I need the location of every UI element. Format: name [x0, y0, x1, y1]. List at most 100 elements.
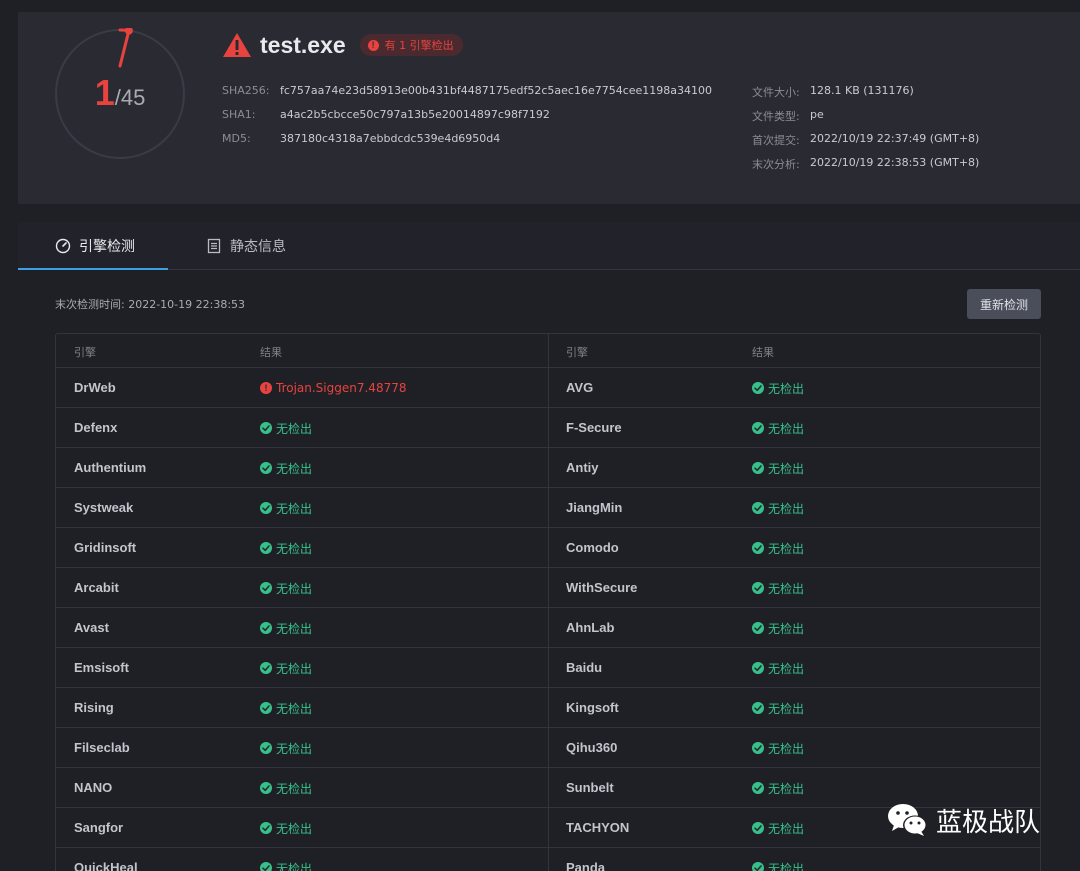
table-row: Gridinsoft 无检出 Comodo 无检出	[56, 527, 1040, 567]
badge-text: 有 1 引擎检出	[384, 39, 454, 52]
detected-count: 1	[94, 72, 115, 113]
engine-result: 无检出	[260, 728, 312, 768]
meta-label: 文件类型:	[752, 110, 800, 123]
alert-icon: !	[260, 382, 272, 394]
engine-result: 无检出	[260, 488, 312, 528]
engine-name: Qihu360	[566, 740, 618, 755]
check-circle-icon	[752, 462, 764, 474]
meta-value: 2022/10/19 22:38:53 (GMT+8)	[810, 156, 980, 169]
engine-name: Sunbelt	[566, 780, 614, 795]
engine-name: Avast	[74, 620, 109, 635]
engine-result: 无检出	[260, 808, 312, 848]
engine-name: Baidu	[566, 660, 603, 675]
tab-engine-detection[interactable]: 引擎检测	[55, 222, 135, 270]
header-engine-left: 引擎	[74, 346, 96, 359]
engine-name: Arcabit	[74, 580, 119, 595]
detection-badge: ! 有 1 引擎检出	[359, 34, 463, 56]
result-text: 无检出	[768, 541, 805, 556]
result-text: 无检出	[768, 581, 805, 596]
meta-value: 128.1 KB (131176)	[810, 84, 914, 97]
table-row: Defenx 无检出 F-Secure 无检出	[56, 407, 1040, 447]
engine-name: TACHYON	[566, 820, 630, 835]
result-text: 无检出	[768, 461, 805, 476]
check-circle-icon	[260, 662, 272, 674]
engine-name: Antiy	[566, 460, 599, 475]
result-text: 无检出	[768, 421, 805, 436]
check-circle-icon	[752, 542, 764, 554]
hash-label: SHA1:	[222, 108, 256, 121]
check-circle-icon	[752, 582, 764, 594]
meta-label: 首次提交:	[752, 134, 800, 147]
result-text: 无检出	[276, 661, 313, 676]
engine-result: 无检出	[752, 848, 804, 871]
result-text: 无检出	[768, 861, 805, 871]
engine-result: 无检出	[752, 368, 804, 408]
table-row: Authentium 无检出 Antiy 无检出	[56, 447, 1040, 487]
engine-name: Rising	[74, 700, 114, 715]
engine-result: 无检出	[752, 728, 804, 768]
check-circle-icon	[260, 582, 272, 594]
result-text: 无检出	[768, 741, 805, 756]
recheck-button[interactable]: 重新检测	[967, 289, 1041, 319]
result-text: 无检出	[276, 781, 313, 796]
engine-name: Emsisoft	[74, 660, 129, 675]
table-row: Rising 无检出 Kingsoft 无检出	[56, 687, 1040, 727]
check-circle-icon	[752, 662, 764, 674]
title-row: test.exe ! 有 1 引擎检出	[222, 30, 463, 60]
hash-label: SHA256:	[222, 84, 270, 97]
engine-result: 无检出	[752, 688, 804, 728]
engine-result: 无检出	[260, 568, 312, 608]
hash-value[interactable]: a4ac2b5cbcce50c797a13b5e20014897c98f7192	[280, 108, 550, 121]
result-text: 无检出	[276, 421, 313, 436]
meta-value: 2022/10/19 22:37:49 (GMT+8)	[810, 132, 980, 145]
check-circle-icon	[260, 502, 272, 514]
header-result-left: 结果	[260, 346, 282, 359]
result-text: 无检出	[276, 621, 313, 636]
gauge-needle	[118, 28, 131, 68]
check-circle-icon	[260, 822, 272, 834]
engine-name: F-Secure	[566, 420, 622, 435]
detection-gauge: 1/45	[54, 28, 186, 160]
watermark: 蓝极战队	[886, 800, 1040, 840]
result-text: 无检出	[276, 861, 313, 871]
engine-result: 无检出	[260, 848, 312, 871]
table-row: Arcabit 无检出 WithSecure 无检出	[56, 567, 1040, 607]
check-circle-icon	[752, 782, 764, 794]
engine-name: Panda	[566, 860, 606, 871]
result-text: 无检出	[768, 701, 805, 716]
engine-result: 无检出	[752, 648, 804, 688]
hash-label: MD5:	[222, 132, 251, 145]
file-name: test.exe	[260, 31, 346, 58]
engine-name: Kingsoft	[566, 700, 619, 715]
engine-name: QuickHeal	[74, 860, 138, 871]
engine-result[interactable]: ! Trojan.Siggen7.48778	[260, 368, 406, 408]
hash-value[interactable]: 387180c4318a7ebbdcdc539e4d6950d4	[280, 132, 500, 145]
file-summary-card: 1/45 test.exe ! 有 1 引擎检出 SHA256: fc757aa…	[18, 12, 1080, 204]
result-text: 无检出	[768, 661, 805, 676]
engine-result: 无检出	[752, 608, 804, 648]
meta-label: 文件大小:	[752, 86, 800, 99]
engine-result: 无检出	[752, 528, 804, 568]
tab-static-info[interactable]: 静态信息	[206, 222, 286, 270]
engine-name: Filseclab	[74, 740, 130, 755]
watermark-text: 蓝极战队	[936, 807, 1041, 838]
hash-value[interactable]: fc757aa74e23d58913e00b431bf4487175edf52c…	[280, 84, 712, 97]
engine-result: 无检出	[260, 688, 312, 728]
engine-result: 无检出	[752, 448, 804, 488]
result-text: 无检出	[276, 461, 313, 476]
engine-result: 无检出	[752, 808, 804, 848]
engine-total: /45	[114, 85, 146, 110]
engine-name: DrWeb	[74, 380, 116, 395]
table-row: Filseclab 无检出 Qihu360 无检出	[56, 727, 1040, 767]
table-row: DrWeb! Trojan.Siggen7.48778 AVG 无检出	[56, 367, 1040, 407]
warning-icon	[223, 33, 251, 57]
check-circle-icon	[260, 622, 272, 634]
table-row: QuickHeal 无检出 Panda 无检出	[56, 847, 1040, 871]
result-text: 无检出	[276, 821, 313, 836]
header-result-right: 结果	[752, 346, 774, 359]
result-text: 无检出	[768, 781, 805, 796]
check-circle-icon	[260, 422, 272, 434]
result-text: 无检出	[276, 541, 313, 556]
active-tab-indicator	[18, 268, 168, 270]
result-text: 无检出	[276, 581, 313, 596]
